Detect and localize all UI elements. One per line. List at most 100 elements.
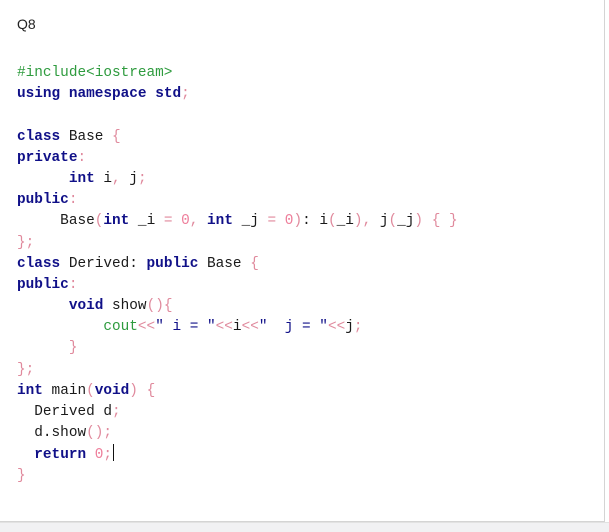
code-token: << <box>137 319 156 336</box>
code-token: Derived d <box>17 404 112 420</box>
code-line: public: <box>17 275 458 296</box>
code-token: : <box>68 276 78 293</box>
code-token: class <box>17 255 61 272</box>
code-token: { <box>146 382 156 399</box>
code-token: ( <box>328 213 337 230</box>
code-token: d.show <box>17 425 87 442</box>
code-line: cout<<" i = "<<i<<" j = "<<j; <box>17 317 458 338</box>
code-token: i <box>94 170 113 187</box>
code-token: 0 <box>181 213 190 230</box>
code-token: } <box>448 213 458 230</box>
code-token: _j <box>232 213 268 230</box>
code-token: _i <box>129 213 164 230</box>
code-token: ) <box>353 213 363 230</box>
text-caret <box>113 444 115 462</box>
code-token: Base <box>60 128 113 145</box>
code-line: public: <box>17 190 458 211</box>
code-token: int <box>17 382 43 399</box>
code-line: d.show(); <box>17 423 458 444</box>
code-token: ( <box>388 213 398 230</box>
code-line: }; <box>17 233 458 254</box>
code-token: } <box>17 467 26 484</box>
code-token: " i = " <box>155 319 216 336</box>
code-token: j <box>345 319 354 336</box>
code-token: int <box>103 213 130 230</box>
code-token: using namespace <box>17 86 147 103</box>
code-token: int <box>68 170 95 187</box>
code-token: }; <box>17 234 35 251</box>
code-line: int main(void) { <box>17 381 458 402</box>
code-token: main <box>42 382 87 399</box>
code-token: : <box>68 192 78 209</box>
code-token: class <box>17 128 61 145</box>
code-token: << <box>215 319 233 336</box>
code-token: ( <box>86 382 95 399</box>
code-token: j <box>371 213 389 230</box>
code-token: (){ <box>146 298 173 315</box>
code-token: (); <box>86 425 113 442</box>
code-token: int <box>207 213 233 230</box>
code-token: Base <box>198 255 251 272</box>
code-token: void <box>94 382 130 399</box>
code-token: : i <box>302 213 328 230</box>
code-line: void show(){ <box>17 296 458 317</box>
code-token: private <box>17 149 78 166</box>
code-token: ; <box>181 86 190 103</box>
code-line: private: <box>17 148 458 169</box>
question-label: Q8 <box>17 16 36 32</box>
code-line: }; <box>17 360 458 381</box>
code-line: int i, j; <box>17 169 458 190</box>
code-token: public <box>17 276 69 293</box>
code-token: ; <box>137 170 147 187</box>
code-token: void <box>68 298 104 315</box>
code-token: { <box>112 128 121 145</box>
code-token: : <box>77 149 87 166</box>
code-token: " j = " <box>258 319 328 336</box>
code-token: _i <box>336 213 354 230</box>
code-line: return 0; <box>17 444 458 465</box>
question-card: Q8 #include<iostream> using namespace std… <box>0 0 605 522</box>
code-token: ) <box>414 213 424 230</box>
code-line: } <box>17 466 458 487</box>
code-token: ) <box>293 213 303 230</box>
code-token: ; <box>112 404 121 420</box>
code-token: #include<iostream> <box>17 65 173 81</box>
code-line: Derived d; <box>17 402 458 423</box>
code-token: ; <box>103 447 113 464</box>
code-line: class Base { <box>17 127 458 148</box>
code-line: } <box>17 338 458 359</box>
code-token: cout <box>103 319 138 336</box>
code-line: Base(int _i = 0, int _j = 0): i(_i), j(_… <box>17 211 458 232</box>
code-token: } <box>68 340 78 357</box>
code-token: _j <box>397 213 415 230</box>
code-token: , <box>362 213 372 230</box>
code-line: class Derived: public Base { <box>17 254 458 275</box>
code-line: using namespace std; <box>17 84 458 105</box>
code-token: return <box>34 447 87 464</box>
code-token: , <box>112 170 121 187</box>
code-token: << <box>241 319 259 336</box>
code-token: std <box>155 86 182 103</box>
code-editor[interactable]: #include<iostream> using namespace std; c… <box>17 63 458 487</box>
code-token: show <box>103 298 147 315</box>
code-line: #include<iostream> <box>17 63 458 84</box>
code-token: = <box>267 213 277 230</box>
code-token: ; <box>353 319 363 336</box>
code-token: ) <box>129 382 138 399</box>
code-token: Derived: <box>60 255 147 272</box>
code-token: i <box>232 319 242 336</box>
code-token: { <box>250 255 259 272</box>
